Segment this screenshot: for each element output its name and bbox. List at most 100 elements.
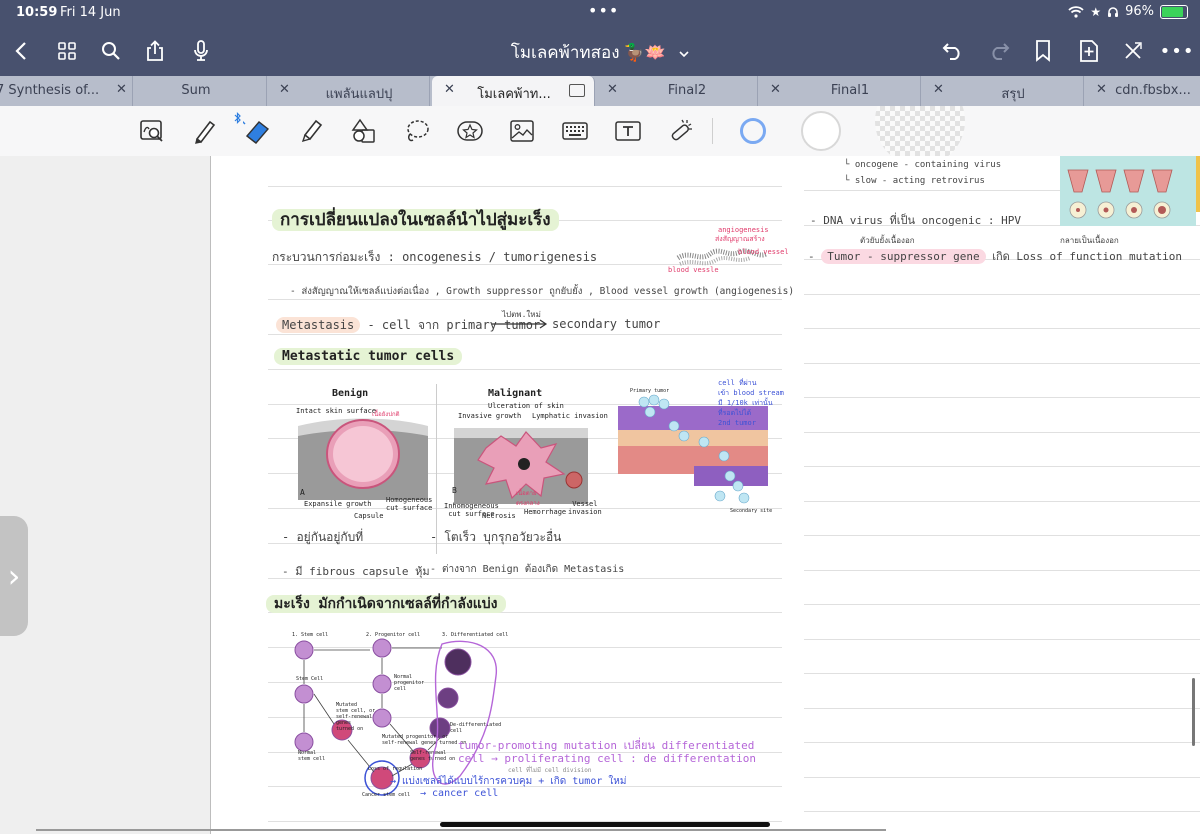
page-scroll-indicator[interactable] [1192,678,1195,746]
pen-tool[interactable] [190,116,220,146]
metastasis-end: secondary tumor [552,317,661,331]
cropped-image-edge [1196,156,1200,212]
heading-cell-change-text: การเปลี่ยนแปลงในเซลล์นำไปสู่มะเร็ง [272,209,559,231]
right-tsg-line: - Tumor - suppressor gene เกิด Loss of f… [808,249,1182,264]
close-icon[interactable]: ✕ [770,82,781,97]
laser-pointer-icon [671,119,692,141]
fig-b: B [452,486,457,495]
stem-loss: Loss of regulation [368,766,423,772]
highlighter-tool[interactable] [296,116,326,146]
tab-7[interactable]: ✕ cdn.fbsbx... [1084,76,1200,106]
keyboard-icon [562,122,588,140]
tab-2[interactable]: ✕ แพลันแลปปุ [267,76,430,106]
shapes-icon [351,118,375,143]
more-button[interactable]: ••• [1160,36,1194,66]
close-icon[interactable]: ✕ [933,82,944,97]
sketch-angio-th: ส่งสัญญาณสร้าง [715,235,765,243]
ruled-line [804,811,1200,812]
image-icon [510,120,534,142]
eraser-tool[interactable] [243,116,273,146]
sticker-tool[interactable] [455,116,485,146]
fig-expansile: Expansile growth [304,500,372,508]
sticker-icon [457,121,483,141]
ruled-line [804,466,1200,467]
note-malig-1: - โตเร็ว บุกรุกอวัยวะอื่น [430,530,562,544]
status-date: Fri 14 Jun [60,5,121,20]
thickness-preview[interactable] [874,106,966,156]
text-tool[interactable] [613,116,643,146]
ruled-line [804,294,1200,295]
shapes-tool[interactable] [349,116,379,146]
ruled-line [804,742,1200,743]
ruled-line [804,397,1200,398]
image-tool[interactable] [507,116,537,146]
fig-intact-th: เนื้อยังปกติ [372,411,400,418]
fig-secondary: Secondary site [730,508,773,514]
note-line-oncogenesis: กระบวนการก่อมะเร็ง : oncogenesis / tumor… [272,250,598,264]
text-box-icon [615,121,641,141]
color-swatch-1[interactable] [736,114,770,148]
heading-dividing-cells-text: มะเร็ง มักกำเนิดจากเซลล์ที่กำลังแบ่ง [266,595,506,613]
arrow-right-icon [492,319,548,329]
note-page[interactable]: การเปลี่ยนแปลงในเซลล์นำไปสู่มะเร็ง กระบว… [210,156,1200,834]
close-icon[interactable]: ✕ [1096,82,1107,97]
right-virus-2: └ slow - acting retrovirus [844,176,985,186]
add-page-button[interactable] [1074,36,1104,66]
ruled-line [804,501,1200,502]
tab-5[interactable]: ✕ Final1 [758,76,921,106]
stem-cancer: Cancer stem cell [362,792,411,798]
sidebar-toggle-handle[interactable]: › [0,516,28,636]
toolbar-divider [712,118,713,144]
tab-3[interactable]: ✕ โมเลคพ้าท... [432,76,595,108]
highlighter-icon [301,119,323,143]
right-virus-1: └ oncogene - containing virus [844,160,1002,170]
bluetooth-icon [232,112,244,124]
fig-blood-note: cell ที่ผ่าน เข้า blood stream มี 1/10k … [718,379,784,427]
fig-lymph: Lymphatic invasion [532,412,608,420]
close-toolbar-button[interactable] [1118,36,1148,66]
close-icon[interactable]: ✕ [444,82,455,97]
tab-label: Final2 [667,83,707,98]
right-dna-virus: - DNA virus ที่เป็น oncogenic : HPV [810,214,1021,227]
multitask-dots-icon[interactable]: ••• [588,1,619,20]
tab-4[interactable]: ✕ Final2 [595,76,758,106]
close-icon[interactable]: ✕ [607,82,618,97]
benign-title: Benign [332,388,369,399]
status-time: 10:59 [16,5,58,20]
ruled-line [804,432,1200,433]
undo-button[interactable] [938,36,968,66]
bookmark-button[interactable] [1028,36,1058,66]
page-left-margin-line [210,156,211,834]
heading-metastatic-text: Metastatic tumor cells [274,348,463,365]
zoom-window-tool[interactable] [137,116,167,146]
note-benign-1: - อยู่กันอยู่กับที่ [282,530,364,544]
redo-button[interactable] [984,36,1014,66]
keyboard-tool[interactable] [560,116,590,146]
split-view-icon[interactable] [569,84,585,97]
color-swatch-2[interactable] [799,111,843,151]
lasso-tool[interactable] [402,116,432,146]
close-icon[interactable]: ✕ [116,82,127,97]
undo-icon [942,43,960,60]
wifi-icon [1068,5,1084,18]
purple-note-2: cell → proliferating cell : de different… [458,752,757,765]
right-tsg: Tumor - suppressor gene [821,249,986,264]
document-title-text: โมเลคพ้าทสอง [510,43,620,63]
tab-label: แพลันแลปปุ [325,87,393,102]
ruled-line [804,570,1200,571]
ruled-line [804,708,1200,709]
redo-icon [992,43,1010,60]
blue-note-1: → แบ่งเซลล์ได้แบบไร้การควบคุม + เกิด tum… [390,776,627,787]
stem-mutated: Mutated stem cell, or self-renewal genes… [336,702,376,732]
ruled-line [804,673,1200,674]
heading-dividing-cells: มะเร็ง มักกำเนิดจากเซลล์ที่กำลังแบ่ง [266,593,506,615]
fig-a: A [300,488,305,497]
tab-6[interactable]: ✕ สรุป [921,76,1084,106]
tab-1[interactable]: ✕ Sum [104,76,267,106]
close-icon[interactable]: ✕ [279,82,290,97]
laser-pointer-tool[interactable] [666,116,696,146]
document-title[interactable]: โมเลคพ้าทสอง 🦆🪷 [0,39,1200,66]
fig-intact: Intact skin surface [296,407,377,415]
home-indicator[interactable] [440,822,770,827]
stem-normal-stem: Normal stem cell [298,750,326,762]
